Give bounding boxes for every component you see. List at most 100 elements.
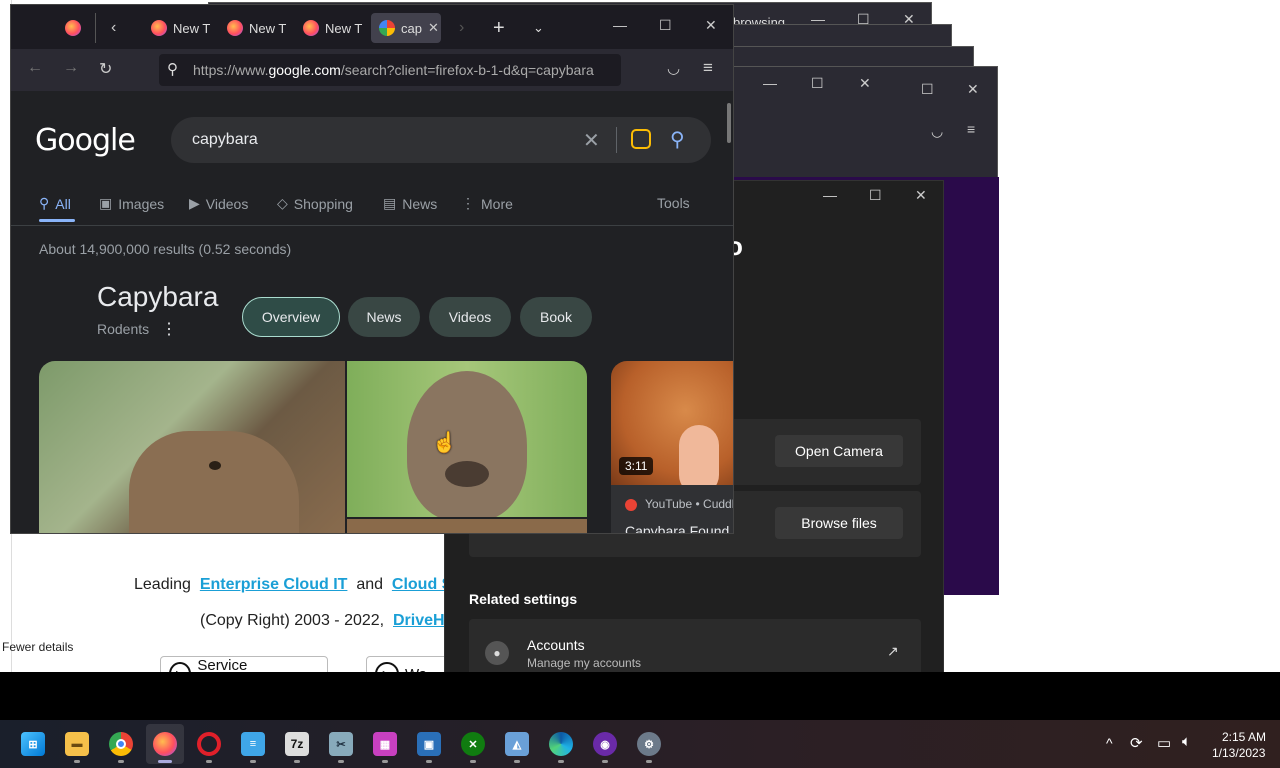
volume-icon[interactable]: 🔈︎ bbox=[1182, 733, 1191, 750]
firefox-icon[interactable] bbox=[153, 732, 177, 756]
list-tabs-chevron-down-icon[interactable]: ⌄ bbox=[525, 13, 553, 43]
more-options-icon[interactable]: ⋮ bbox=[161, 319, 177, 339]
tab-new-3[interactable]: New T bbox=[295, 13, 365, 43]
maximize-icon[interactable]: ☐ bbox=[811, 75, 824, 92]
reload-icon[interactable]: ↻ bbox=[99, 59, 112, 79]
more-vert-icon: ⋮ bbox=[461, 195, 475, 211]
capybara-shape bbox=[129, 431, 299, 533]
clock-time[interactable]: 2:15 AM bbox=[1222, 730, 1266, 744]
firefox-icon bbox=[65, 20, 81, 36]
running-indicator bbox=[514, 760, 520, 763]
tools-button[interactable]: Tools bbox=[657, 195, 690, 211]
chip-book[interactable]: Book bbox=[520, 297, 592, 337]
video-thumbnail[interactable]: 3:11 bbox=[611, 361, 733, 485]
capybara-image-1[interactable] bbox=[39, 361, 345, 533]
remote-app-icon[interactable]: ▣ bbox=[417, 732, 441, 756]
edge-icon[interactable] bbox=[549, 732, 573, 756]
fewer-details-link[interactable]: Fewer details bbox=[0, 638, 75, 656]
video-card[interactable]: YouTube • Cuddl Capybara Found bbox=[611, 485, 733, 533]
result-stats: About 14,900,000 results (0.52 seconds) bbox=[39, 241, 292, 257]
tab-videos[interactable]: ▶ Videos bbox=[189, 195, 248, 212]
xbox-icon[interactable]: ✕ bbox=[461, 732, 485, 756]
chip-news[interactable]: News bbox=[348, 297, 420, 337]
open-camera-button[interactable]: Open Camera bbox=[775, 435, 903, 467]
firefox-icon bbox=[227, 20, 243, 36]
close-icon[interactable]: ✕ bbox=[705, 17, 717, 34]
tab-label: Videos bbox=[205, 195, 249, 212]
tab-label: New T bbox=[173, 20, 211, 36]
firefox-view-button[interactable] bbox=[57, 13, 87, 43]
pocket-icon[interactable]: ◡ bbox=[667, 59, 680, 77]
game-icon[interactable]: ◉ bbox=[593, 732, 617, 756]
chip-videos[interactable]: Videos bbox=[429, 297, 511, 337]
tab-shopping[interactable]: ◇ Shopping bbox=[277, 195, 353, 212]
maximize-icon[interactable]: ☐ bbox=[869, 187, 882, 204]
tab-label: All bbox=[55, 195, 71, 212]
nav-bar: ← → ↻ ⚲ https://www. google.com/search?cl… bbox=[11, 49, 733, 91]
maximize-icon[interactable]: ☐ bbox=[659, 17, 672, 34]
active-tab-indicator bbox=[39, 219, 75, 222]
new-tab-plus-icon[interactable]: + bbox=[485, 13, 513, 43]
firefox-window[interactable]: ‹ New T New T New T cap ✕ › + ⌄ — ☐ ✕ ← →… bbox=[10, 4, 734, 534]
enterprise-cloud-link[interactable]: Enterprise Cloud IT bbox=[200, 576, 348, 593]
capybara-image-3[interactable] bbox=[347, 519, 587, 533]
menu-icon[interactable]: ≡ bbox=[703, 58, 713, 78]
search-query: capybara bbox=[192, 131, 258, 148]
running-indicator-active bbox=[158, 760, 172, 763]
url-bar[interactable]: ⚲ https://www. google.com/search?client=f… bbox=[159, 54, 621, 86]
menu-icon[interactable]: ≡ bbox=[967, 121, 975, 137]
search-icon[interactable]: ⚲ bbox=[670, 127, 685, 152]
chevron-up-icon[interactable]: ^ bbox=[1106, 735, 1113, 751]
running-indicator bbox=[646, 760, 652, 763]
purple-app-icon[interactable]: ▦ bbox=[373, 732, 397, 756]
scrollbar-thumb[interactable] bbox=[727, 103, 731, 143]
google-logo[interactable]: Google bbox=[35, 123, 136, 158]
photos-icon[interactable]: ◭ bbox=[505, 732, 529, 756]
capybara-image-2[interactable] bbox=[347, 361, 587, 517]
start-icon[interactable]: ⊞ bbox=[21, 732, 45, 756]
back-arrow-icon[interactable]: ← bbox=[27, 59, 43, 77]
tab-scroll-right-icon[interactable]: › bbox=[451, 13, 475, 43]
sync-icon[interactable]: ⟳ bbox=[1130, 734, 1143, 752]
running-indicator bbox=[250, 760, 256, 763]
close-icon[interactable]: ✕ bbox=[915, 187, 927, 204]
external-link-icon[interactable]: ↗ bbox=[887, 643, 899, 660]
tab-close-icon[interactable]: ✕ bbox=[428, 20, 439, 36]
network-icon[interactable]: ▭ bbox=[1157, 734, 1171, 752]
minimize-icon[interactable]: — bbox=[823, 187, 837, 203]
copyright-text: (Copy Right) 2003 - 2022, bbox=[200, 612, 385, 629]
minimize-icon[interactable]: — bbox=[613, 17, 627, 33]
chrome-icon[interactable] bbox=[109, 732, 133, 756]
tab-bar: ‹ New T New T New T cap ✕ › + ⌄ — ☐ ✕ bbox=[11, 5, 733, 49]
search-input[interactable]: capybara ✕ ⚲ bbox=[171, 117, 711, 163]
close-icon[interactable]: ✕ bbox=[967, 81, 979, 98]
maximize-icon[interactable]: ☐ bbox=[921, 81, 934, 98]
minimize-icon[interactable]: — bbox=[763, 75, 777, 91]
google-lens-icon[interactable] bbox=[631, 129, 651, 149]
tab-new-2[interactable]: New T bbox=[219, 13, 289, 43]
tab-more[interactable]: ⋮ More bbox=[461, 195, 513, 212]
settings-gear-icon[interactable]: ⚙ bbox=[637, 732, 661, 756]
opera-icon[interactable] bbox=[197, 732, 221, 756]
forward-arrow-icon[interactable]: → bbox=[63, 59, 79, 77]
tab-label: Images bbox=[118, 195, 165, 212]
file-explorer-icon[interactable]: ▬ bbox=[65, 732, 89, 756]
chip-overview[interactable]: Overview bbox=[242, 297, 340, 337]
tab-news[interactable]: ▤ News bbox=[383, 195, 437, 212]
tab-scroll-left-icon[interactable]: ‹ bbox=[103, 13, 131, 43]
tab-images[interactable]: ▣ Images bbox=[99, 195, 164, 212]
browse-files-button[interactable]: Browse files bbox=[775, 507, 903, 539]
tab-capybara[interactable]: cap ✕ bbox=[371, 13, 441, 43]
pocket-icon[interactable]: ◡ bbox=[931, 123, 943, 140]
screenshot-icon[interactable]: ✂ bbox=[329, 732, 353, 756]
7zip-icon[interactable]: 7z bbox=[285, 732, 309, 756]
youtube-icon bbox=[625, 499, 637, 511]
clear-icon[interactable]: ✕ bbox=[583, 128, 600, 153]
tab-new-1[interactable]: New T bbox=[143, 13, 213, 43]
google-icon bbox=[379, 20, 395, 36]
clock-date[interactable]: 1/13/2023 bbox=[1212, 746, 1265, 760]
notepad-icon[interactable]: ≡ bbox=[241, 732, 265, 756]
close-icon[interactable]: ✕ bbox=[859, 75, 871, 92]
tab-all[interactable]: ⚲ All bbox=[39, 195, 71, 212]
tab-label: New T bbox=[325, 20, 363, 36]
